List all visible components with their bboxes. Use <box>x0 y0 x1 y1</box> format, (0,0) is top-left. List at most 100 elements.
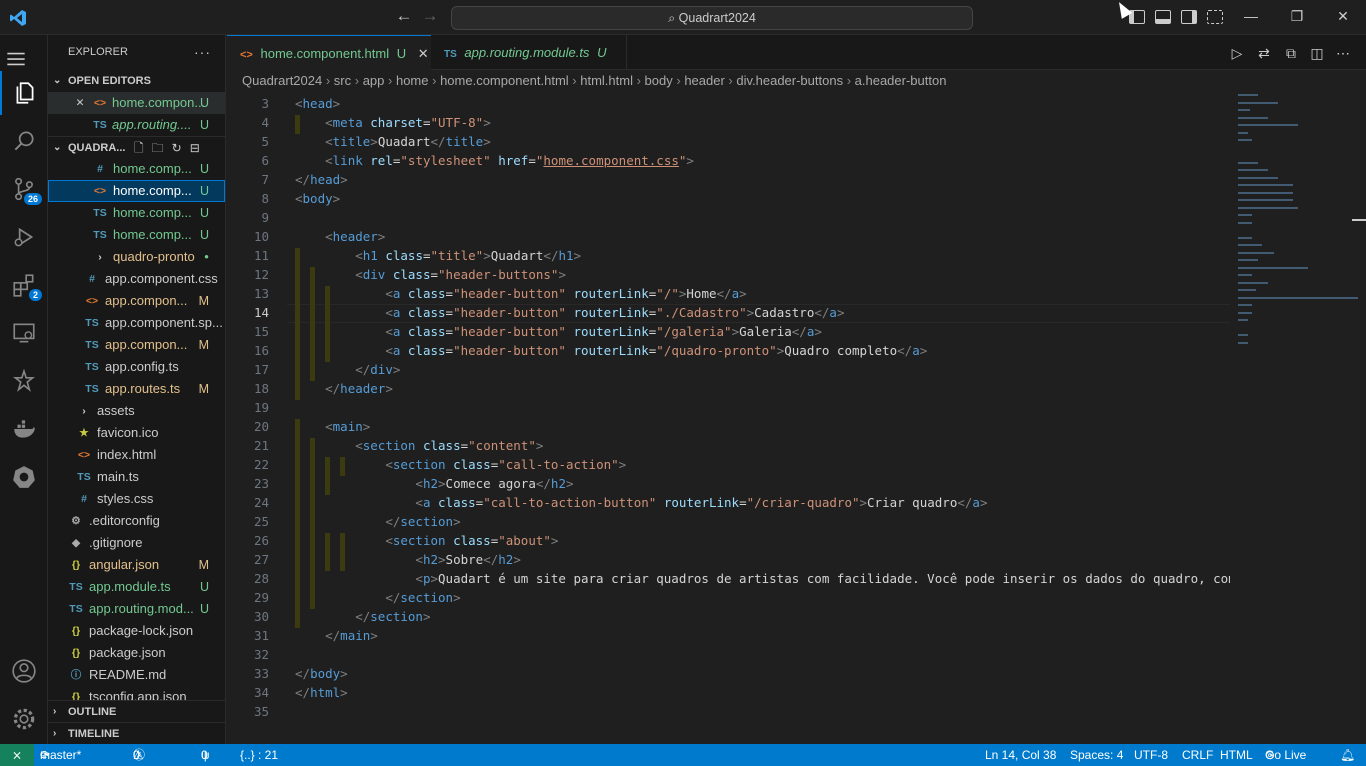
breadcrumb-item[interactable]: body <box>645 73 673 88</box>
customize-layout-icon[interactable] <box>1207 10 1223 24</box>
extensions-icon[interactable]: 2 <box>0 263 48 307</box>
notifications-bell-icon[interactable]: 🔔︎ <box>1340 744 1355 766</box>
file-item[interactable]: ◆ .gitignore <box>48 532 225 554</box>
code-line[interactable]: </section> <box>295 609 430 624</box>
code-line[interactable]: <a class="header-button" routerLink="./C… <box>295 305 844 320</box>
code-line[interactable]: <section class="about"> <box>295 533 558 548</box>
tab-app-routing-module[interactable]: TS app.routing.module.ts U <box>431 35 627 70</box>
arrow-right-icon[interactable]: → <box>419 6 441 26</box>
breadcrumb-item[interactable]: html.html <box>580 73 633 88</box>
restore-icon[interactable]: ❐ <box>1284 8 1310 25</box>
file-item[interactable]: TS app.config.ts <box>48 356 225 378</box>
end-of-line[interactable]: CRLF <box>1182 744 1213 766</box>
code-line[interactable]: <link rel="stylesheet" href="home.compon… <box>295 153 694 168</box>
more-actions-icon[interactable]: ⋯ <box>1335 45 1351 61</box>
close-icon[interactable]: ✕ <box>418 46 429 61</box>
breadcrumb-item[interactable]: app <box>363 73 385 88</box>
close-window-icon[interactable]: ✕ <box>1330 8 1356 25</box>
minimize-icon[interactable]: — <box>1238 8 1264 24</box>
file-item[interactable]: {} angular.json M <box>48 554 225 576</box>
tab-home-component-html[interactable]: <> home.component.html U ✕ <box>227 35 431 70</box>
project-header[interactable]: ⌄ QUADRA... 🗋🗀↻⊟ <box>48 136 225 158</box>
file-item[interactable]: TS home.comp... U <box>48 202 225 224</box>
code-line[interactable]: <a class="header-button" routerLink="/qu… <box>295 343 927 358</box>
kubernetes-icon[interactable] <box>0 455 48 499</box>
file-item[interactable]: ⚙ .editorconfig <box>48 510 225 532</box>
close-icon[interactable]: ✕ <box>72 92 88 114</box>
file-item[interactable]: <> home.comp... U <box>48 180 225 202</box>
timeline-header[interactable]: › TIMELINE <box>48 722 225 744</box>
compare-changes-icon[interactable]: ⇄ <box>1256 45 1272 61</box>
file-item[interactable]: # styles.css <box>48 488 225 510</box>
minimap[interactable] <box>1230 92 1366 744</box>
file-item[interactable]: {} package.json <box>48 642 225 664</box>
file-item[interactable]: TS app.routes.ts M <box>48 378 225 400</box>
more-actions-icon[interactable]: ··· <box>194 35 211 70</box>
source-control-icon[interactable]: 26 <box>0 167 48 211</box>
toggle-secondary-sidebar-icon[interactable] <box>1181 10 1197 24</box>
breadcrumb-item[interactable]: header <box>684 73 724 88</box>
breadcrumb-item[interactable]: div.header-buttons <box>736 73 843 88</box>
command-center-search[interactable]: ⌕ Quadrart2024 <box>451 6 973 30</box>
settings-gear-icon[interactable] <box>0 697 48 741</box>
folder-item[interactable]: › assets <box>48 400 225 422</box>
scrollbar-indicator[interactable] <box>1352 219 1366 221</box>
file-item[interactable]: <> index.html <box>48 444 225 466</box>
search-view-icon[interactable] <box>0 119 48 163</box>
file-item[interactable]: ⓘ README.md <box>48 664 225 686</box>
code-line[interactable]: <a class="header-button" routerLink="/ga… <box>295 324 822 339</box>
folder-item[interactable]: › quadro-pronto ● <box>48 246 225 268</box>
code-line[interactable]: <h1 class="title">Quadart</h1> <box>295 248 581 263</box>
breadcrumb-item[interactable]: a.header-button <box>855 73 947 88</box>
code-editor[interactable]: 3 <head> 4 <meta charset="UTF-8"> 5 <title>… <box>227 92 1230 744</box>
code-line[interactable]: <meta charset="UTF-8"> <box>295 115 491 130</box>
open-editors-header[interactable]: ⌄ OPEN EDITORS <box>48 70 225 92</box>
angular-icon[interactable] <box>0 359 48 403</box>
file-item[interactable]: {} package-lock.json <box>48 620 225 642</box>
code-line[interactable]: </header> <box>295 381 393 396</box>
file-item[interactable]: ★ favicon.ico <box>48 422 225 444</box>
code-line[interactable]: </section> <box>295 590 460 605</box>
code-line[interactable]: </main> <box>295 628 378 643</box>
language-mode[interactable]: HTML <box>1220 744 1253 766</box>
code-line[interactable]: <p>Quadart é um site para criar quadros … <box>295 571 1230 586</box>
code-line[interactable]: <main> <box>295 419 370 434</box>
cursor-position[interactable]: Ln 14, Col 38 <box>985 744 1056 766</box>
code-line[interactable]: </html> <box>295 685 348 700</box>
open-editor-item[interactable]: TS app.routing.... U <box>48 114 225 136</box>
run-debug-icon[interactable] <box>0 215 48 259</box>
arrow-left-icon[interactable]: ← <box>393 6 415 26</box>
code-line[interactable]: <section class="content"> <box>295 438 543 453</box>
breadcrumb-item[interactable]: src <box>334 73 351 88</box>
file-item[interactable]: TS app.component.sp... <box>48 312 225 334</box>
file-item[interactable]: <> app.compon... M <box>48 290 225 312</box>
file-item[interactable]: TS home.comp... U <box>48 224 225 246</box>
code-line[interactable]: <body> <box>295 191 340 206</box>
vscode-logo-icon[interactable] <box>8 8 28 28</box>
breadcrumb-item[interactable]: Quadrart2024 <box>242 73 322 88</box>
explorer-icon[interactable] <box>0 71 48 115</box>
open-preview-icon[interactable]: ⧉ <box>1283 45 1299 61</box>
code-line[interactable]: <h2>Comece agora</h2> <box>295 476 573 491</box>
breadcrumb-item[interactable]: home <box>396 73 429 88</box>
breadcrumb-item[interactable]: home.component.html <box>440 73 569 88</box>
code-line[interactable]: <a class="call-to-action-button" routerL… <box>295 495 987 510</box>
file-item[interactable]: TS app.module.ts U <box>48 576 225 598</box>
code-line[interactable]: <header> <box>295 229 385 244</box>
remote-indicator-icon[interactable]: ⨯ <box>0 744 34 766</box>
explorer-toolbar-icons[interactable]: 🗋🗀↻⊟ <box>134 137 208 159</box>
code-line[interactable]: <head> <box>295 96 340 111</box>
run-icon[interactable]: ▷ <box>1229 45 1245 61</box>
bracket-info[interactable]: {..} : 21 <box>240 744 278 766</box>
code-line[interactable]: </head> <box>295 172 348 187</box>
indentation[interactable]: Spaces: 4 <box>1070 744 1123 766</box>
encoding[interactable]: UTF-8 <box>1134 744 1168 766</box>
file-item[interactable]: TS app.compon... M <box>48 334 225 356</box>
file-item[interactable]: TS main.ts <box>48 466 225 488</box>
code-line[interactable]: </body> <box>295 666 348 681</box>
code-line[interactable]: <title>Quadart</title> <box>295 134 491 149</box>
file-item[interactable]: # home.comp... U <box>48 158 225 180</box>
docker-icon[interactable] <box>0 407 48 451</box>
code-line[interactable]: </section> <box>295 514 460 529</box>
file-item[interactable]: # app.component.css <box>48 268 225 290</box>
